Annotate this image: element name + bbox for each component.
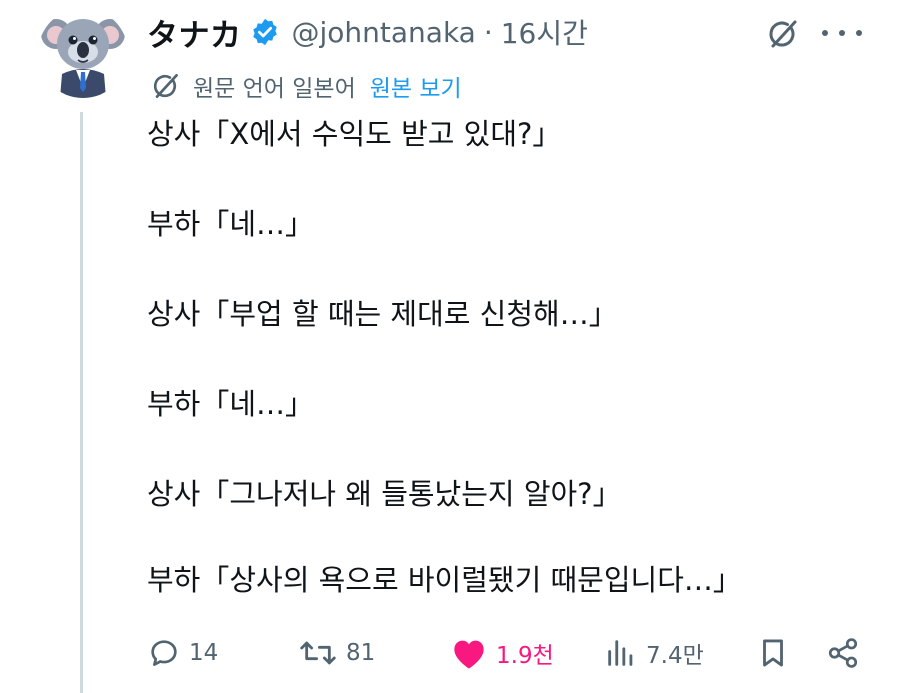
like-count: 1.9천 xyxy=(496,643,554,669)
tweet-line: 상사「부업 할 때는 제대로 신청해…」 xyxy=(147,297,618,331)
translated-from-note: 원문 언어 일본어 xyxy=(193,76,356,102)
reply-count: 14 xyxy=(189,640,219,666)
tweet-header: タナカ @johntanaka · 16시간 xyxy=(147,10,588,54)
reply-icon xyxy=(151,640,177,666)
thread-line xyxy=(80,112,83,693)
more-dot-icon xyxy=(822,30,828,36)
share-button[interactable] xyxy=(826,630,860,676)
tweet-line: 부하「상사의 욕으로 바이럴됐기 때문입니다…」 xyxy=(147,563,742,597)
separator-dot: · xyxy=(483,15,493,49)
heart-icon xyxy=(454,640,484,669)
more-dot-icon xyxy=(839,30,845,36)
like-button[interactable]: 1.9천 xyxy=(450,630,554,676)
translation-row: 원문 언어 일본어 원본 보기 xyxy=(147,68,462,104)
views-icon xyxy=(608,640,633,666)
verified-badge-icon xyxy=(250,17,280,47)
tweet-line: 부하「네…」 xyxy=(147,387,315,421)
repost-button[interactable]: 81 xyxy=(298,630,375,676)
tweet-line: 상사「그나저나 왜 들통났는지 알아?」 xyxy=(147,477,622,511)
translate-icon xyxy=(147,68,183,104)
display-name[interactable]: タナカ xyxy=(147,10,242,55)
grok-icon[interactable] xyxy=(762,14,802,54)
views-count: 7.4만 xyxy=(646,643,704,669)
tweet-line: 상사「X에서 수익도 받고 있대?」 xyxy=(147,117,562,151)
timestamp[interactable]: 16시간 xyxy=(501,12,588,52)
reply-button[interactable]: 14 xyxy=(147,630,218,676)
views-button[interactable]: 7.4만 xyxy=(604,630,704,676)
repost-count: 81 xyxy=(346,640,376,666)
repost-icon xyxy=(300,641,336,665)
bookmark-icon xyxy=(763,639,783,667)
avatar[interactable] xyxy=(38,8,128,98)
share-icon xyxy=(828,638,858,668)
bookmark-button[interactable] xyxy=(756,630,790,676)
tweet-line: 부하「네…」 xyxy=(147,207,315,241)
action-bar: 14 81 1.9천 7.4만 xyxy=(0,630,900,676)
koala-avatar-icon xyxy=(41,19,125,98)
more-dot-icon xyxy=(856,30,862,36)
show-original-link[interactable]: 원본 보기 xyxy=(370,69,462,103)
more-options-button[interactable] xyxy=(822,26,862,40)
user-handle[interactable]: @johntanaka xyxy=(292,16,476,49)
